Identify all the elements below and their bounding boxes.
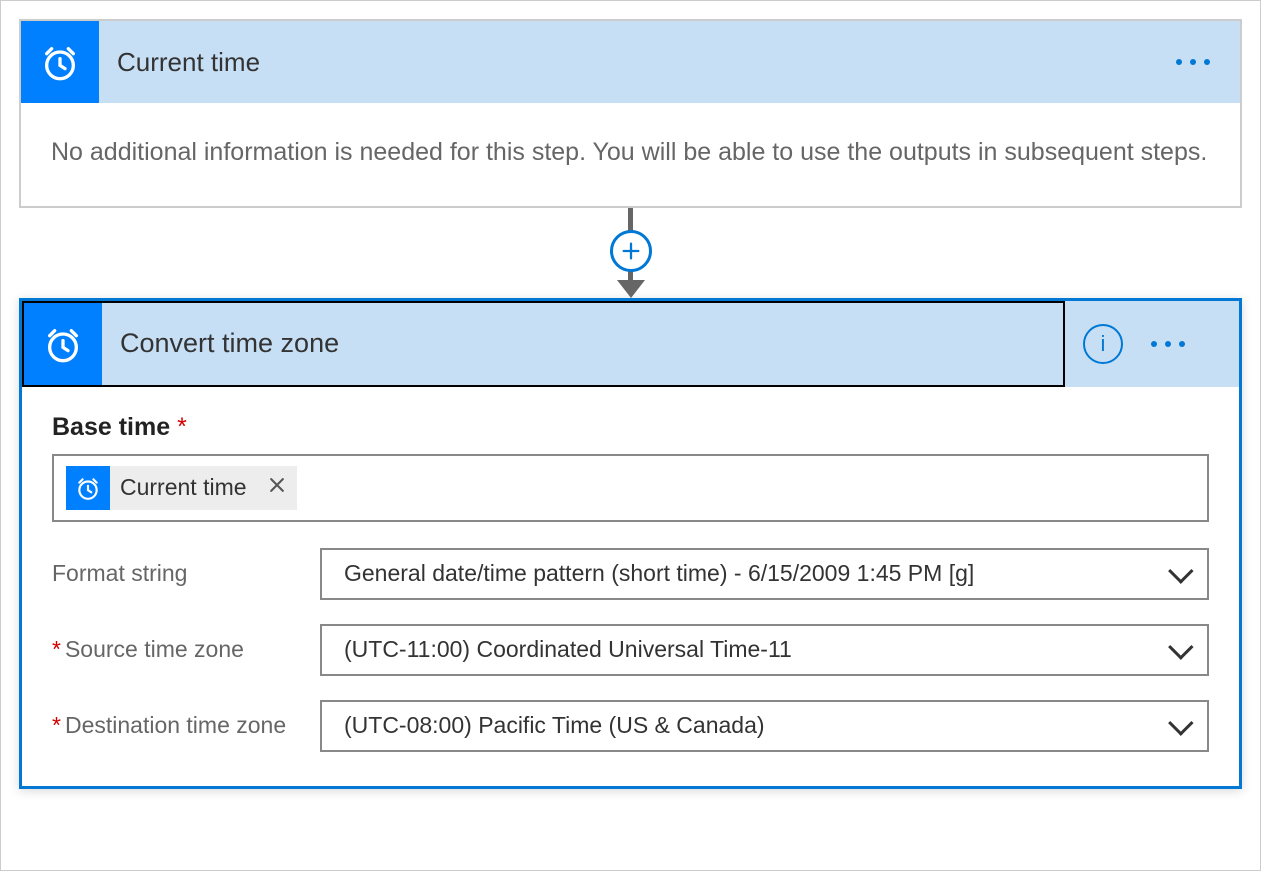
current-time-description: No additional information is needed for …: [21, 103, 1240, 206]
more-options-button[interactable]: [1151, 341, 1215, 347]
format-string-label: Format string: [52, 560, 320, 587]
current-time-token: Current time: [66, 466, 297, 510]
step-connector: [19, 208, 1242, 298]
chevron-down-icon: [1168, 634, 1193, 659]
info-icon[interactable]: i: [1083, 324, 1123, 364]
source-tz-label-text: Source time zone: [65, 636, 244, 662]
chevron-down-icon: [1168, 558, 1193, 583]
current-time-step-card: Current time No additional information i…: [19, 19, 1242, 208]
convert-time-zone-step-card: Convert time zone i Base time *: [19, 298, 1242, 789]
convert-time-zone-title: Convert time zone: [102, 328, 339, 359]
source-time-zone-label: *Source time zone: [52, 636, 320, 663]
source-tz-value: (UTC-11:00) Coordinated Universal Time-1…: [344, 636, 792, 663]
convert-time-zone-header: Convert time zone i: [22, 301, 1239, 387]
format-string-select[interactable]: General date/time pattern (short time) -…: [320, 548, 1209, 600]
clock-icon: [21, 21, 99, 103]
format-string-value: General date/time pattern (short time) -…: [344, 560, 974, 587]
source-time-zone-select[interactable]: (UTC-11:00) Coordinated Universal Time-1…: [320, 624, 1209, 676]
more-options-button[interactable]: [1176, 59, 1240, 65]
designer-canvas: Current time No additional information i…: [0, 0, 1261, 871]
base-time-input[interactable]: Current time: [52, 454, 1209, 522]
clock-icon: [66, 466, 110, 510]
add-step-button[interactable]: [610, 230, 652, 272]
dest-tz-value: (UTC-08:00) Pacific Time (US & Canada): [344, 712, 765, 739]
destination-time-zone-select[interactable]: (UTC-08:00) Pacific Time (US & Canada): [320, 700, 1209, 752]
chevron-down-icon: [1168, 710, 1193, 735]
base-time-label-text: Base time: [52, 413, 170, 441]
current-time-header[interactable]: Current time: [21, 21, 1240, 103]
clock-icon: [24, 303, 102, 385]
convert-time-zone-header-main[interactable]: Convert time zone: [22, 301, 1065, 387]
base-time-label: Base time *: [52, 413, 1209, 442]
dest-tz-label-text: Destination time zone: [65, 712, 286, 738]
current-time-title: Current time: [99, 47, 1176, 78]
token-label: Current time: [110, 474, 257, 501]
remove-token-button[interactable]: [257, 474, 297, 502]
destination-time-zone-label: *Destination time zone: [52, 712, 320, 739]
